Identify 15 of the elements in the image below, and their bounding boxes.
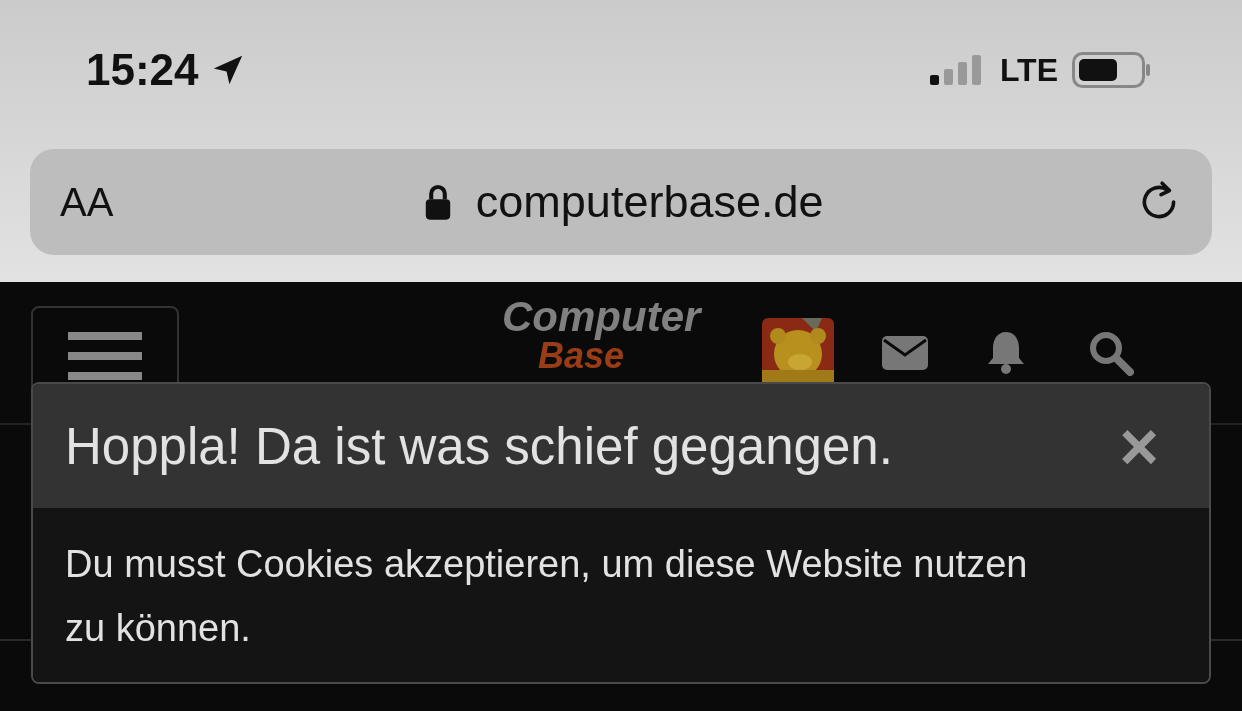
address-bar[interactable]: AA computerbase.de — [30, 149, 1212, 255]
network-label: LTE — [999, 51, 1058, 89]
clock-time: 15:24 — [86, 45, 199, 95]
logo-word: Computer — [502, 296, 703, 338]
close-button[interactable]: × — [1119, 412, 1159, 480]
envelope-icon[interactable] — [882, 336, 928, 370]
dialog-title: Hoppla! Da ist was schief gegangen. — [65, 416, 893, 476]
dialog-message: Du musst Cookies akzeptieren, um diese Website nutzen zu können. — [65, 542, 1029, 651]
text-size-button[interactable]: AA — [60, 179, 114, 225]
menu-icon — [68, 332, 142, 380]
lock-icon — [423, 183, 452, 221]
battery-icon — [1072, 52, 1152, 88]
url-text: computerbase.de — [475, 176, 824, 228]
bell-icon[interactable] — [986, 330, 1026, 374]
search-icon[interactable] — [1088, 330, 1134, 376]
